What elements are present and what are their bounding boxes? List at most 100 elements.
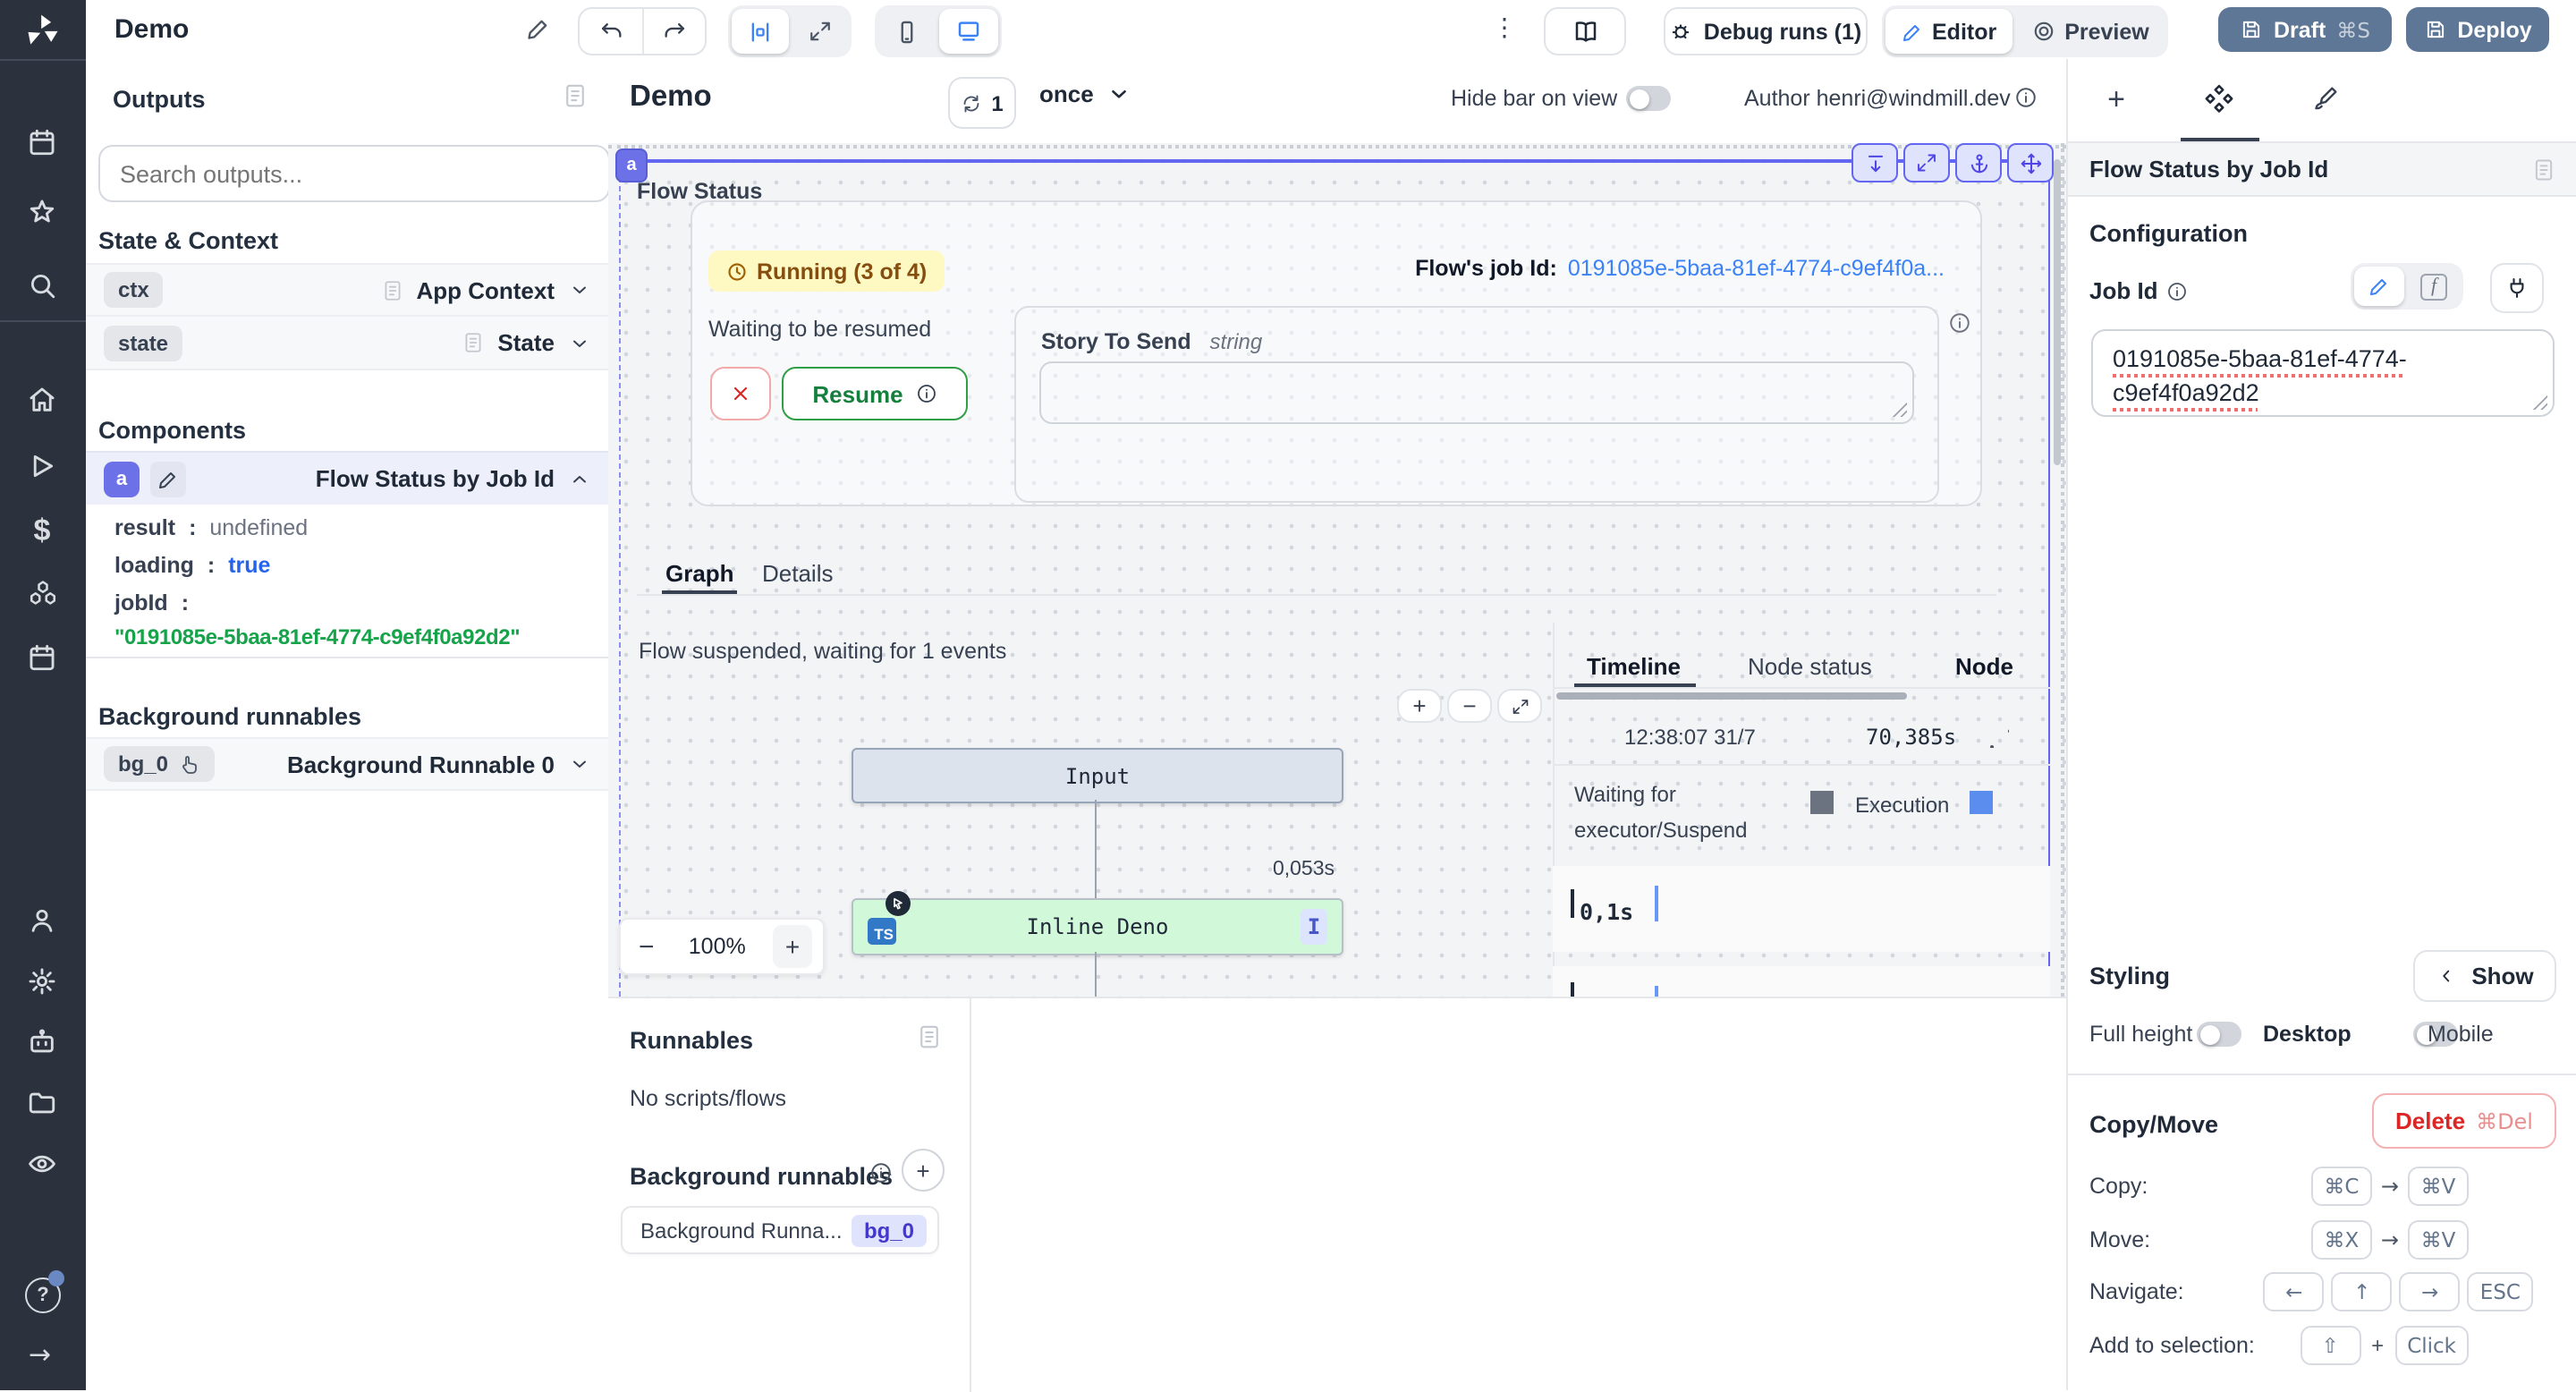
resources-icon[interactable]: [27, 578, 59, 610]
graph-fullscreen-button[interactable]: [1497, 689, 1542, 723]
timeline-tabs-scrollbar[interactable]: [1556, 692, 1907, 700]
node-tab[interactable]: Node: [1955, 653, 2013, 680]
configuration-title: Configuration: [2089, 220, 2248, 247]
audit-logs-icon[interactable]: [27, 1149, 57, 1179]
anchor-component-button[interactable]: [1955, 143, 2002, 182]
kbd-nav-right: →: [2400, 1272, 2461, 1311]
rename-app-icon[interactable]: [526, 16, 551, 41]
form-info-icon[interactable]: [1948, 311, 1971, 335]
debug-runs-button[interactable]: Debug runs (1): [1664, 7, 1868, 55]
timeline-tab[interactable]: Timeline: [1587, 653, 1681, 680]
settings-component-title: Flow Status by Job Id: [2089, 156, 2328, 182]
canvas-scrollbar-thumb[interactable]: [2053, 159, 2060, 465]
zoom-in-button[interactable]: +: [773, 925, 812, 968]
fn-input-button[interactable]: f: [2408, 267, 2460, 306]
add-background-runnable-button[interactable]: +: [902, 1149, 945, 1192]
prop-value-undefined: undefined: [209, 515, 308, 540]
variables-icon[interactable]: $: [27, 514, 57, 549]
state-row[interactable]: state State: [86, 317, 608, 370]
favorites-star-icon[interactable]: [27, 197, 57, 227]
edit-component-icon[interactable]: [150, 461, 186, 497]
redo-button[interactable]: [644, 9, 705, 54]
workers-icon[interactable]: [27, 1027, 57, 1057]
component-chevron-up-icon[interactable]: [569, 468, 590, 489]
ctx-chevron-down-icon[interactable]: [569, 279, 590, 301]
settings-doc-icon[interactable]: [2531, 157, 2556, 182]
hide-bar-toggle[interactable]: [1626, 86, 1671, 111]
search-outputs-input[interactable]: [98, 145, 610, 202]
graph-zoom-in-button[interactable]: +: [1397, 689, 1442, 723]
flow-node-inline-deno[interactable]: TS Inline Deno I: [852, 898, 1343, 955]
ctx-row[interactable]: ctx App Context: [86, 263, 608, 317]
job-id-value-line1: 0191085e-5baa-81ef-4774-: [2113, 342, 2533, 376]
full-height-toggle[interactable]: [2197, 1022, 2241, 1047]
desktop-view-button[interactable]: [939, 9, 998, 54]
deploy-button[interactable]: Deploy: [2406, 7, 2549, 52]
kbd-move-1: ⌘X: [2311, 1220, 2372, 1260]
fullscreen-component-button[interactable]: [1903, 143, 1950, 182]
windmill-logo[interactable]: [0, 0, 86, 59]
static-input-button[interactable]: [2354, 267, 2404, 306]
outputs-doc-icon[interactable]: [562, 82, 589, 109]
connect-input-button[interactable]: [2490, 263, 2544, 313]
tab-editor[interactable]: Editor: [1885, 9, 2012, 54]
bg-chevron-down-icon[interactable]: [569, 753, 590, 775]
job-id-link[interactable]: 0191085e-5baa-81ef-4774-c9ef4f0a...: [1568, 256, 1945, 281]
app-canvas[interactable]: a Flow Status Running (3 of 4) Flow's jo…: [608, 143, 2066, 997]
textarea-resize-handle[interactable]: [1891, 401, 1907, 417]
navigate-shortcut-keys: ← ↑ → ESC: [2264, 1272, 2533, 1311]
more-menu-icon[interactable]: ⋮: [1492, 14, 1517, 43]
runnables-doc-icon[interactable]: [916, 1023, 943, 1050]
background-info-icon[interactable]: [869, 1161, 893, 1184]
tab-preview[interactable]: Preview: [2016, 9, 2165, 54]
legend-execution-label: Execution: [1855, 793, 1949, 818]
background-runnable-row[interactable]: bg_0 Background Runnable 0: [86, 737, 608, 791]
home-icon[interactable]: [27, 385, 57, 415]
undo-redo-group: [578, 7, 707, 55]
job-id-textarea[interactable]: 0191085e-5baa-81ef-4774- c9ef4f0a92d2: [2091, 329, 2555, 417]
zoom-out-button[interactable]: −: [631, 931, 662, 962]
graph-zoom-out-button[interactable]: −: [1447, 689, 1492, 723]
outputs-title: Outputs: [113, 86, 206, 113]
show-styling-button[interactable]: Show: [2413, 950, 2556, 1002]
folders-icon[interactable]: [27, 1088, 57, 1118]
component-settings-tab[interactable]: [2204, 84, 2234, 115]
resume-button[interactable]: Resume: [782, 367, 968, 420]
background-runnable-item[interactable]: Background Runna... bg_0: [621, 1206, 939, 1254]
job-id-resize-handle[interactable]: [2531, 394, 2547, 410]
mobile-view-button[interactable]: [878, 9, 936, 54]
expand-rail-icon[interactable]: →: [29, 1338, 51, 1371]
chevron-left-icon: [2436, 966, 2455, 986]
runs-icon[interactable]: [27, 451, 57, 481]
delete-component-button[interactable]: Delete ⌘Del: [2372, 1093, 2556, 1149]
docs-button[interactable]: [1544, 7, 1626, 55]
schedules-icon[interactable]: [27, 642, 57, 673]
apps-icon[interactable]: [27, 127, 57, 157]
refresh-count-button[interactable]: 1: [948, 77, 1016, 129]
flow-node-input[interactable]: Input: [852, 748, 1343, 803]
run-mode-dropdown[interactable]: once: [1039, 81, 1131, 107]
expand-component-down-button[interactable]: [1852, 143, 1898, 182]
tab-graph[interactable]: Graph: [665, 560, 734, 587]
cancel-button[interactable]: [710, 367, 771, 420]
search-icon[interactable]: [27, 270, 57, 301]
full-width-layout-button[interactable]: [792, 9, 848, 54]
tab-details[interactable]: Details: [762, 560, 834, 587]
show-label: Show: [2471, 963, 2533, 989]
story-textarea[interactable]: [1039, 361, 1914, 424]
users-icon[interactable]: [27, 905, 57, 936]
insert-component-tab[interactable]: +: [2098, 82, 2134, 118]
component-tag-badge[interactable]: a: [615, 149, 648, 182]
settings-gear-icon[interactable]: [27, 966, 57, 997]
centered-layout-button[interactable]: [732, 9, 789, 54]
author-info-icon[interactable]: [2014, 86, 2038, 109]
styling-tab[interactable]: [2311, 84, 2340, 113]
component-row[interactable]: a Flow Status by Job Id: [86, 451, 608, 505]
job-id-info-icon[interactable]: [2167, 280, 2189, 301]
draft-button[interactable]: Draft ⌘S: [2218, 7, 2392, 52]
node-status-tab[interactable]: Node status: [1748, 653, 1872, 680]
move-component-button[interactable]: [2007, 143, 2054, 182]
state-chevron-down-icon[interactable]: [569, 332, 590, 353]
undo-button[interactable]: [580, 9, 644, 54]
settings-header-bar: Flow Status by Job Id: [2068, 143, 2576, 197]
